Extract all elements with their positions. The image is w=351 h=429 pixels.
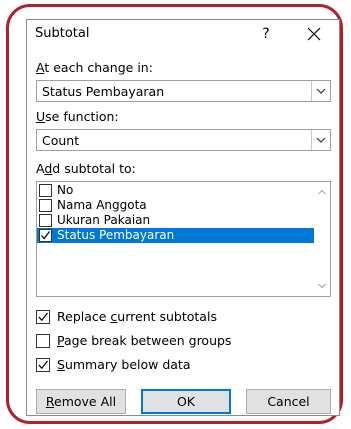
checkbox-checked[interactable] — [36, 358, 50, 372]
add-subtotal-list[interactable]: No Nama Anggota Ukuran Pakaian Status Pe… — [36, 181, 331, 297]
close-icon — [307, 27, 321, 41]
summary-below-label: Summary below data — [57, 357, 191, 372]
add-subtotal-label: Add subtotal to: — [36, 161, 136, 176]
chevron-down-icon — [316, 88, 326, 94]
cancel-button[interactable]: Cancel — [246, 389, 331, 414]
use-function-value: Count — [42, 133, 80, 148]
at-each-change-label: At each change in: — [36, 60, 153, 75]
dropdown-arrow-button[interactable] — [311, 130, 330, 150]
dropdown-arrow-button[interactable] — [311, 81, 330, 101]
remove-all-button[interactable]: Remove All — [36, 389, 126, 414]
list-item[interactable]: Ukuran Pakaian — [37, 213, 314, 228]
checkmark-icon — [38, 312, 48, 322]
checkbox[interactable] — [39, 214, 52, 227]
list-item[interactable]: No — [37, 183, 314, 198]
checkbox-checked[interactable] — [39, 229, 52, 242]
use-function-dropdown[interactable]: Count — [36, 129, 331, 151]
checkbox[interactable] — [36, 334, 50, 348]
at-each-change-dropdown[interactable]: Status Pembayaran — [36, 80, 331, 102]
chevron-down-icon — [316, 137, 326, 143]
ok-button[interactable]: OK — [141, 389, 231, 414]
checkmark-icon — [38, 360, 48, 370]
dialog-title: Subtotal — [35, 26, 90, 41]
scroll-down-icon[interactable] — [314, 278, 330, 294]
close-button[interactable] — [303, 23, 325, 45]
title-bar: Subtotal ? — [27, 20, 339, 48]
at-each-change-value: Status Pembayaran — [42, 84, 165, 99]
page-break-label: Page break between groups — [57, 333, 232, 348]
subtotal-dialog: Subtotal ? At each change in: Status Pem… — [26, 19, 340, 416]
checkbox[interactable] — [39, 184, 52, 197]
scroll-up-icon[interactable] — [314, 184, 330, 200]
help-button[interactable]: ? — [255, 23, 277, 45]
list-item-selected[interactable]: Status Pembayaran — [37, 228, 314, 243]
list-scrollbar[interactable] — [314, 182, 330, 296]
checkmark-icon — [41, 231, 50, 240]
list-item[interactable]: Nama Anggota — [37, 198, 314, 213]
replace-subtotals-label: Replace current subtotals — [57, 309, 217, 324]
use-function-label: Use function: — [36, 109, 119, 124]
checkbox-checked[interactable] — [36, 310, 50, 324]
checkbox[interactable] — [39, 199, 52, 212]
